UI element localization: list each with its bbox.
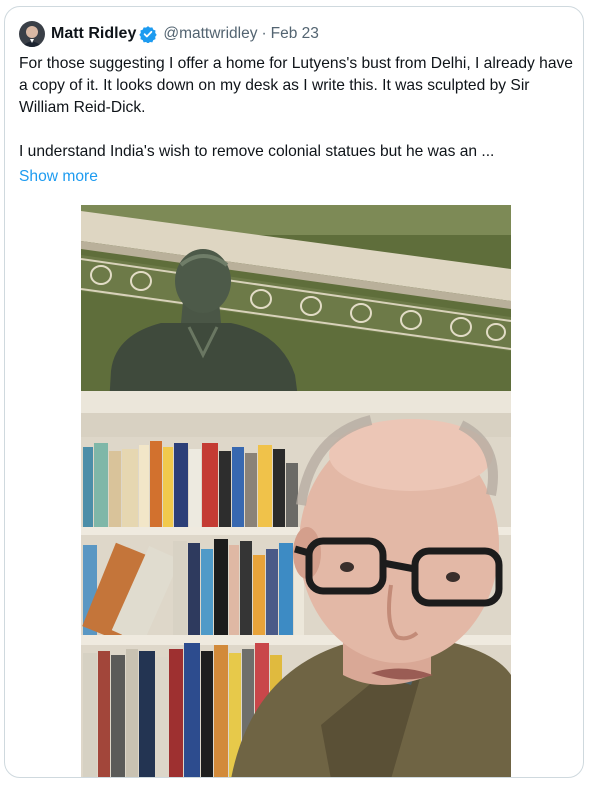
author-handle[interactable]: @mattwridley	[163, 25, 257, 43]
header-separator: ·	[261, 25, 267, 42]
tweet-paragraph-2: I understand India's wish to remove colo…	[19, 143, 495, 160]
verified-badge-icon	[139, 25, 158, 44]
show-more-link[interactable]: Show more	[19, 166, 98, 188]
tweet-paragraph-1: For those suggesting I offer a home for …	[19, 55, 573, 116]
author-name[interactable]: Matt Ridley	[51, 25, 136, 43]
tweet-header: Matt Ridley @mattwridley · Feb 23	[19, 21, 319, 47]
tweet-card[interactable]: Matt Ridley @mattwridley · Feb 23 For th…	[4, 6, 584, 778]
tweet-date[interactable]: Feb 23	[271, 25, 319, 43]
tweet-media-photo[interactable]	[81, 205, 511, 777]
tweet-text: For those suggesting I offer a home for …	[19, 53, 575, 163]
author-avatar[interactable]	[19, 21, 45, 47]
